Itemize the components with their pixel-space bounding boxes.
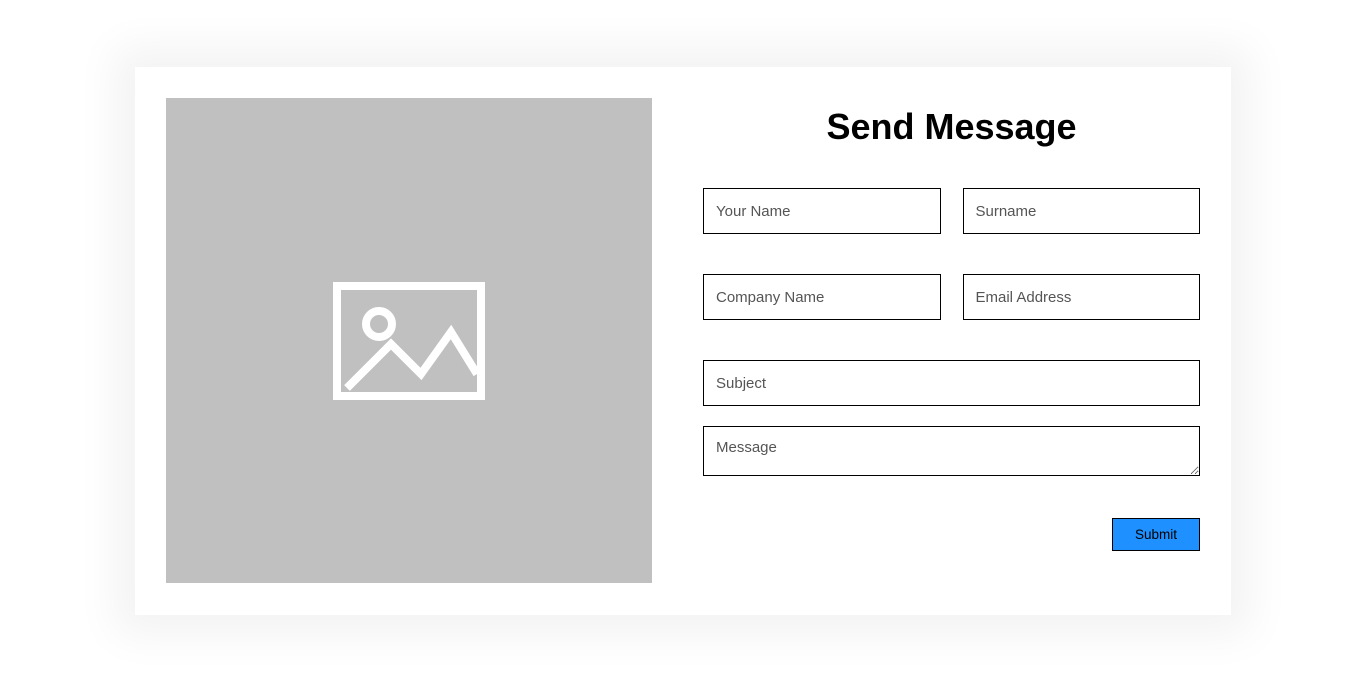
form-column: Send Message Submit — [683, 67, 1231, 615]
company-input[interactable] — [703, 274, 941, 320]
image-icon — [333, 282, 485, 400]
name-input[interactable] — [703, 188, 941, 234]
message-textarea[interactable] — [703, 426, 1200, 476]
email-input[interactable] — [963, 274, 1201, 320]
form-title: Send Message — [703, 106, 1200, 148]
form-row-message — [703, 426, 1200, 476]
submit-button[interactable]: Submit — [1112, 518, 1200, 551]
contact-card: Send Message Submit — [135, 67, 1231, 615]
image-placeholder — [166, 98, 652, 583]
form-row-name — [703, 188, 1200, 234]
form-row-company — [703, 274, 1200, 320]
button-row: Submit — [703, 518, 1200, 551]
surname-input[interactable] — [963, 188, 1201, 234]
form-row-subject — [703, 360, 1200, 406]
image-column — [135, 67, 683, 615]
subject-input[interactable] — [703, 360, 1200, 406]
